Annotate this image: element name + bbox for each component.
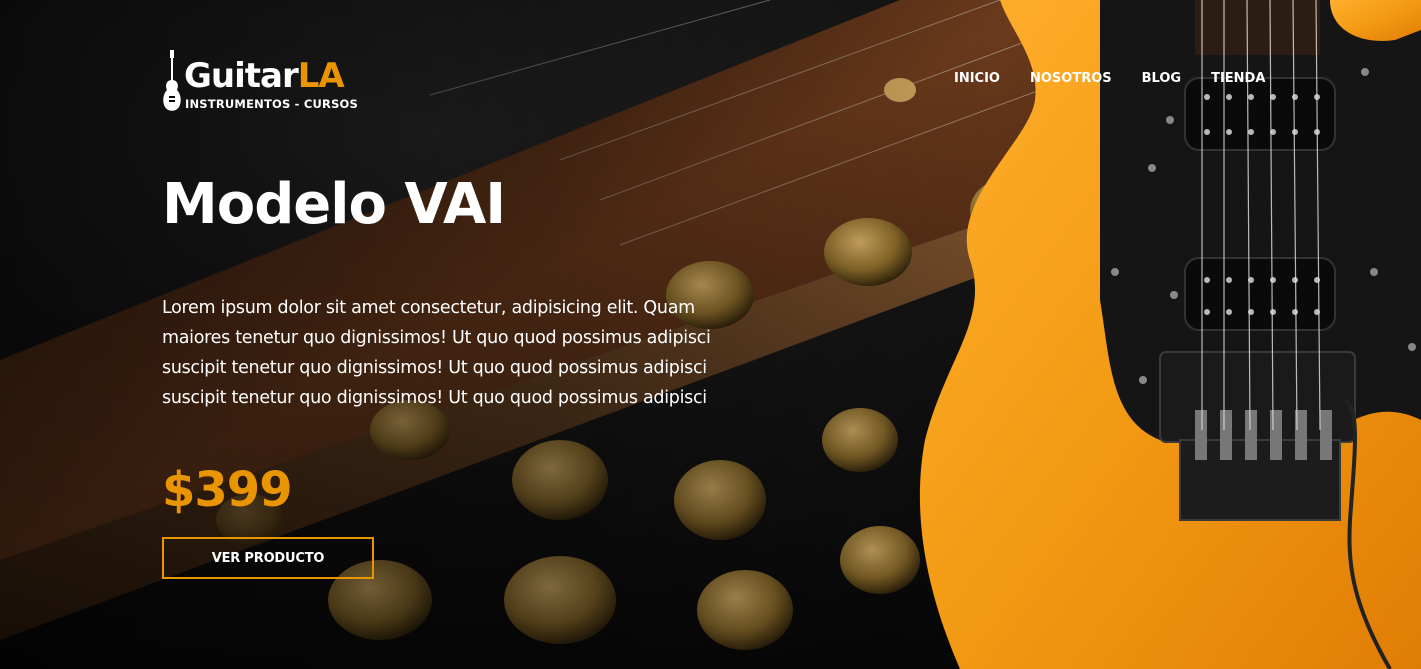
nav-item-nosotros[interactable]: NOSOTROS (1030, 71, 1112, 91)
logo-tagline: INSTRUMENTOS - CURSOS (185, 97, 359, 111)
nav-item-inicio[interactable]: INICIO (954, 71, 1000, 91)
hero-section: GuitarLA INSTRUMENTOS - CURSOS INICIO NO… (0, 0, 1421, 669)
site-logo[interactable]: GuitarLA INSTRUMENTOS - CURSOS (162, 48, 372, 114)
product-price: $399 (162, 462, 293, 518)
nav-item-tienda[interactable]: TIENDA (1211, 71, 1265, 91)
logo-wordmark: GuitarLA (184, 56, 345, 96)
logo-word-accent: LA (297, 56, 345, 96)
main-nav: INICIO NOSOTROS BLOG TIENDA (954, 71, 1295, 91)
site-header: GuitarLA INSTRUMENTOS - CURSOS INICIO NO… (162, 48, 1265, 118)
logo-word-main: Guitar (184, 56, 299, 96)
nav-item-blog[interactable]: BLOG (1142, 71, 1181, 91)
product-title: Modelo VAI (162, 172, 506, 237)
view-product-button[interactable]: VER PRODUCTO (162, 537, 374, 579)
guitar-icon (163, 50, 181, 111)
product-description: Lorem ipsum dolor sit amet consectetur, … (162, 298, 711, 408)
